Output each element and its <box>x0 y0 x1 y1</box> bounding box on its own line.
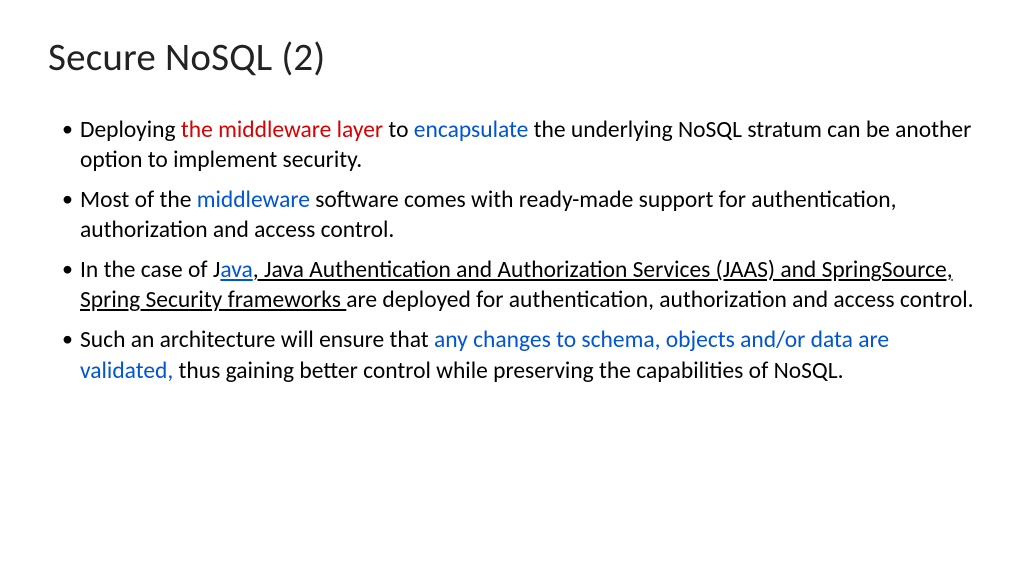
text: Most of the <box>80 186 197 214</box>
list-item: Such an architecture will ensure that an… <box>62 325 976 385</box>
text-highlight-blue: encapsulate <box>414 116 534 144</box>
bullet-list: Deploying the middleware layer to encaps… <box>48 115 976 386</box>
text: to <box>388 116 413 144</box>
slide-title: Secure NoSQL (2) <box>48 34 976 81</box>
list-item: In the case of Java, Java Authentication… <box>62 255 976 315</box>
text-highlight-red: the middleware layer <box>181 116 389 144</box>
text: Such an architecture will ensure that <box>80 326 434 354</box>
text: thus gaining better control while preser… <box>179 357 844 385</box>
text-highlight-blue-underline: ava <box>220 256 252 284</box>
text: In the case of J <box>80 256 220 284</box>
slide: Secure NoSQL (2) Deploying the middlewar… <box>0 0 1024 386</box>
text-highlight-blue: middleware <box>197 186 316 214</box>
text: Deploying <box>80 116 181 144</box>
list-item: Most of the middleware software comes wi… <box>62 185 976 245</box>
text: are deployed for authentication, authori… <box>346 286 973 314</box>
list-item: Deploying the middleware layer to encaps… <box>62 115 976 175</box>
